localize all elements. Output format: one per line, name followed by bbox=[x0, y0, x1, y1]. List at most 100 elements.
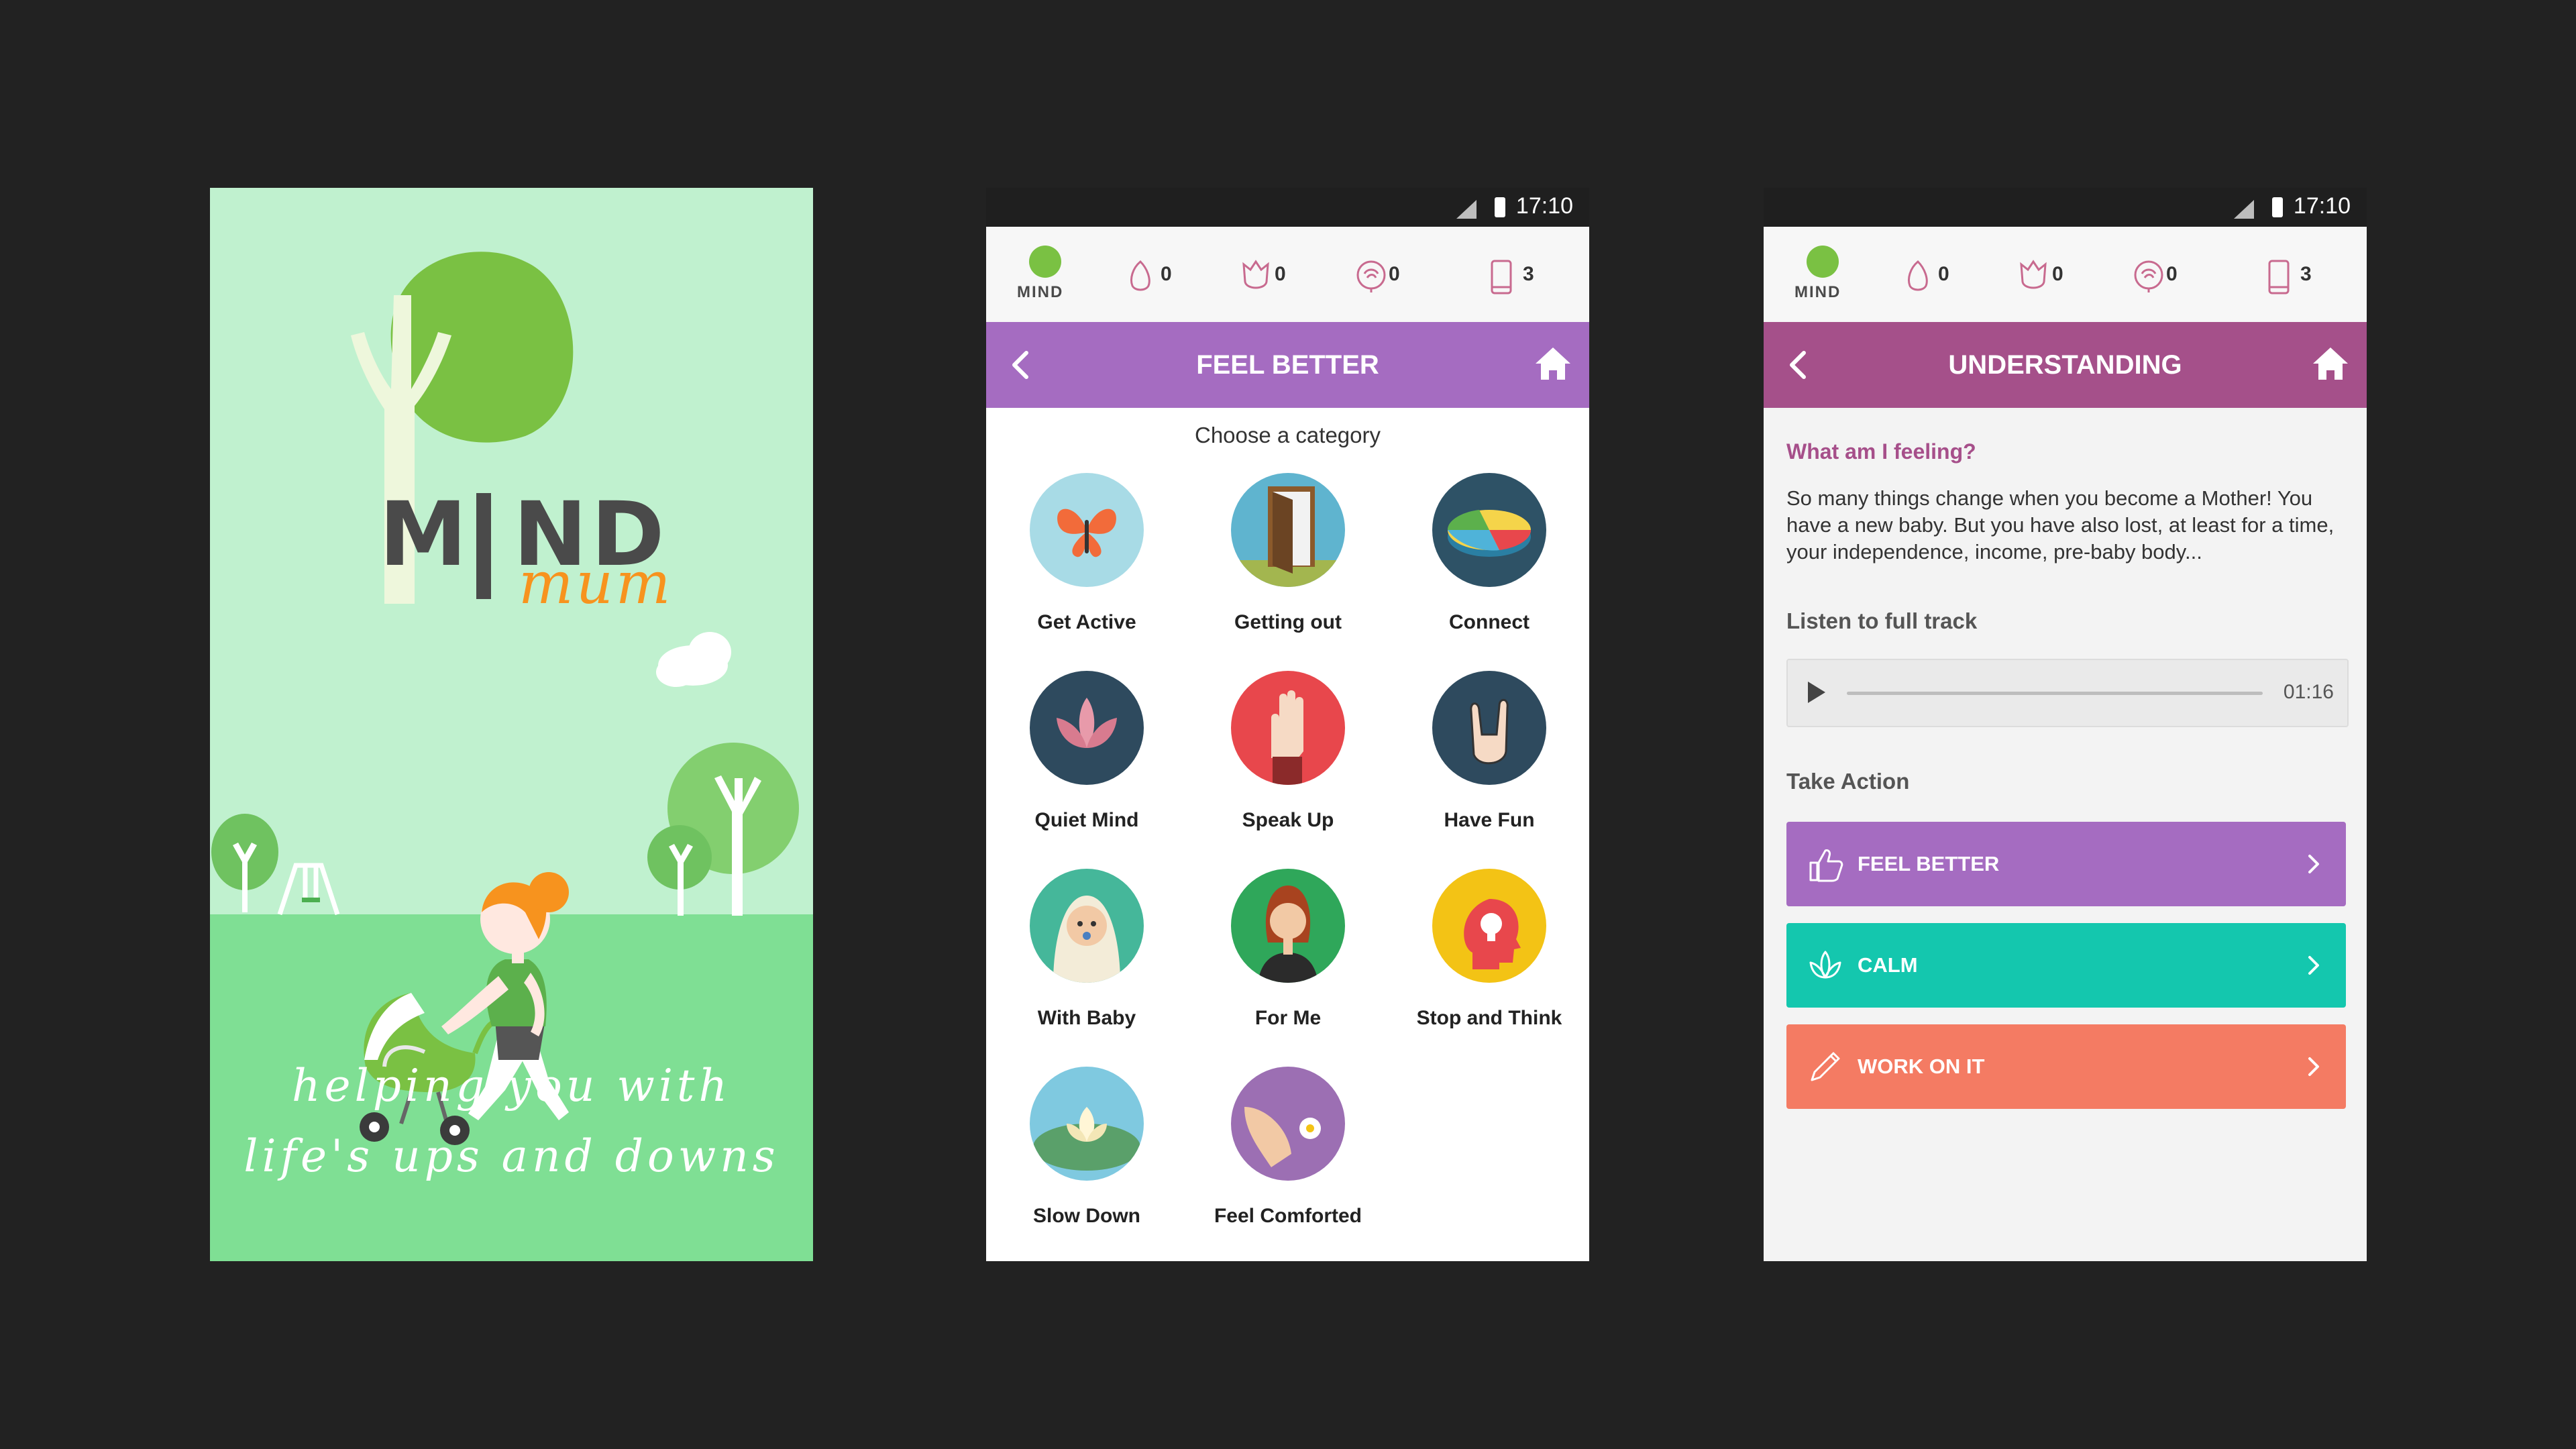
category-label: Feel Comforted bbox=[1214, 1205, 1362, 1227]
feel-better-label: FEEL BETTER bbox=[1858, 852, 2000, 875]
tulip-icon bbox=[1242, 260, 1269, 289]
page-title: UNDERSTANDING bbox=[1948, 350, 2182, 380]
category-speak-up[interactable]: Speak Up bbox=[1187, 671, 1389, 859]
splash-screen: M N D mum helping you with life's ups an… bbox=[210, 188, 813, 1261]
app-header: MIND 0 0 0 3 bbox=[1764, 227, 2367, 322]
track-time: 01:16 bbox=[2283, 681, 2334, 703]
category-label: Stop and Think bbox=[1416, 1007, 1562, 1029]
rose-icon bbox=[1356, 260, 1386, 292]
status-time: 17:10 bbox=[2293, 193, 2351, 219]
logo-tree-icon bbox=[1029, 246, 1061, 278]
category-label: Slow Down bbox=[1033, 1205, 1140, 1227]
signal-icon bbox=[1456, 200, 1477, 219]
chevron-right-icon bbox=[2308, 855, 2319, 873]
track-seek-bar[interactable] bbox=[1847, 692, 2263, 695]
category-label: For Me bbox=[1254, 1007, 1322, 1029]
category-get-active[interactable]: Get Active bbox=[986, 473, 1187, 661]
rose-count: 0 bbox=[2166, 263, 2178, 285]
phone-count: 3 bbox=[1523, 263, 1534, 285]
page-title: FEEL BETTER bbox=[1196, 350, 1379, 380]
tulip-icon bbox=[2020, 260, 2047, 289]
category-label: Connect bbox=[1449, 611, 1529, 633]
work-on-it-button[interactable]: WORK ON IT bbox=[1786, 1024, 2346, 1109]
phone-counter[interactable]: 3 bbox=[1488, 259, 1534, 294]
category-feel-comforted[interactable]: Feel Comforted bbox=[1187, 1067, 1389, 1254]
phone-icon bbox=[1491, 260, 1512, 294]
category-slow-down[interactable]: Slow Down bbox=[986, 1067, 1187, 1254]
battery-icon bbox=[1495, 197, 1505, 217]
category-stop-and-think[interactable]: Stop and Think bbox=[1389, 869, 1589, 1057]
body-text: So many things change when you become a … bbox=[1786, 486, 2334, 564]
bud-icon bbox=[1130, 260, 1150, 291]
category-label: With Baby bbox=[1037, 1007, 1136, 1029]
lotus-icon bbox=[1030, 671, 1144, 785]
battery-icon bbox=[2272, 197, 2283, 217]
app-logo[interactable]: MIND bbox=[1790, 244, 1851, 311]
butterfly-icon bbox=[1030, 473, 1144, 587]
bud-counter[interactable]: 0 bbox=[1903, 259, 1949, 294]
title-bar: UNDERSTANDING bbox=[1764, 322, 2367, 408]
category-label: Have Fun bbox=[1444, 809, 1535, 831]
logo-text: MIND bbox=[1017, 283, 1064, 301]
tulip-counter[interactable]: 0 bbox=[2017, 259, 2063, 294]
status-time: 17:10 bbox=[1515, 193, 1573, 219]
water-lily-icon bbox=[1030, 1067, 1144, 1181]
category-with-baby[interactable]: With Baby bbox=[986, 869, 1187, 1057]
signal-icon bbox=[2234, 200, 2254, 219]
lotus-outline-icon bbox=[1809, 951, 1841, 979]
app-logo[interactable]: MIND bbox=[1013, 244, 1073, 311]
bud-counter[interactable]: 0 bbox=[1126, 259, 1172, 294]
understanding-screen: 17:10 MIND 0 0 0 3 UNDERSTANDING What am… bbox=[1764, 188, 2367, 1261]
pencil-icon bbox=[1811, 1052, 1840, 1081]
phone-counter[interactable]: 3 bbox=[2265, 259, 2312, 294]
rose-counter[interactable]: 0 bbox=[2131, 259, 2178, 294]
category-getting-out[interactable]: Getting out bbox=[1187, 473, 1389, 661]
phone-count: 3 bbox=[2300, 263, 2312, 285]
logo-tree-icon bbox=[1807, 246, 1839, 278]
tree-right-icon bbox=[647, 743, 799, 916]
tagline-line-2: life's ups and downs bbox=[244, 1130, 780, 1182]
tagline-line-1: helping you with bbox=[292, 1060, 731, 1112]
connect-icon bbox=[1432, 473, 1546, 587]
bud-count: 0 bbox=[1938, 263, 1949, 285]
tulip-count: 0 bbox=[1275, 263, 1286, 285]
chevron-right-icon bbox=[2308, 956, 2319, 975]
category-label: Get Active bbox=[1037, 611, 1136, 633]
listen-label: Listen to full track bbox=[1786, 608, 1978, 633]
home-icon[interactable] bbox=[2309, 342, 2352, 385]
app-header: MIND 0 0 0 3 bbox=[986, 227, 1589, 322]
category-for-me[interactable]: For Me bbox=[1187, 869, 1389, 1057]
audio-player: 01:16 bbox=[1786, 659, 2349, 727]
woman-icon bbox=[1231, 869, 1345, 983]
tree-left-icon bbox=[211, 814, 278, 912]
phone-icon bbox=[2268, 260, 2290, 294]
category-label: Speak Up bbox=[1242, 809, 1334, 831]
bud-icon bbox=[1908, 260, 1928, 291]
open-door-icon bbox=[1231, 473, 1345, 587]
play-icon[interactable] bbox=[1808, 682, 1825, 703]
work-on-it-label: WORK ON IT bbox=[1858, 1055, 1985, 1078]
category-label: Getting out bbox=[1234, 611, 1342, 633]
take-action-label: Take Action bbox=[1786, 769, 1910, 794]
bud-count: 0 bbox=[1161, 263, 1172, 285]
status-bar: 17:10 bbox=[986, 188, 1589, 227]
feel-better-screen: 17:10 MIND 0 0 0 3 FEEL BETTER Choose a … bbox=[986, 188, 1589, 1261]
category-quiet-mind[interactable]: Quiet Mind bbox=[986, 671, 1187, 859]
category-connect[interactable]: Connect bbox=[1389, 473, 1589, 661]
question-heading: What am I feeling? bbox=[1786, 439, 1976, 464]
choose-category-label: Choose a category bbox=[1194, 423, 1381, 447]
thumbs-up-icon bbox=[1809, 849, 1843, 882]
home-icon[interactable] bbox=[1532, 342, 1574, 385]
raised-hand-icon bbox=[1231, 671, 1345, 785]
calm-button[interactable]: CALM bbox=[1786, 923, 2346, 1008]
rose-counter[interactable]: 0 bbox=[1354, 259, 1400, 294]
feel-better-button[interactable]: FEEL BETTER bbox=[1786, 822, 2346, 906]
status-bar: 17:10 bbox=[1764, 188, 2367, 227]
category-have-fun[interactable]: Have Fun bbox=[1389, 671, 1589, 859]
head-lightbulb-icon bbox=[1432, 869, 1546, 983]
tulip-count: 0 bbox=[2052, 263, 2063, 285]
cloud-icon bbox=[656, 632, 731, 687]
title-bar: FEEL BETTER bbox=[986, 322, 1589, 408]
tulip-counter[interactable]: 0 bbox=[1240, 259, 1286, 294]
rose-icon bbox=[2134, 260, 2163, 292]
